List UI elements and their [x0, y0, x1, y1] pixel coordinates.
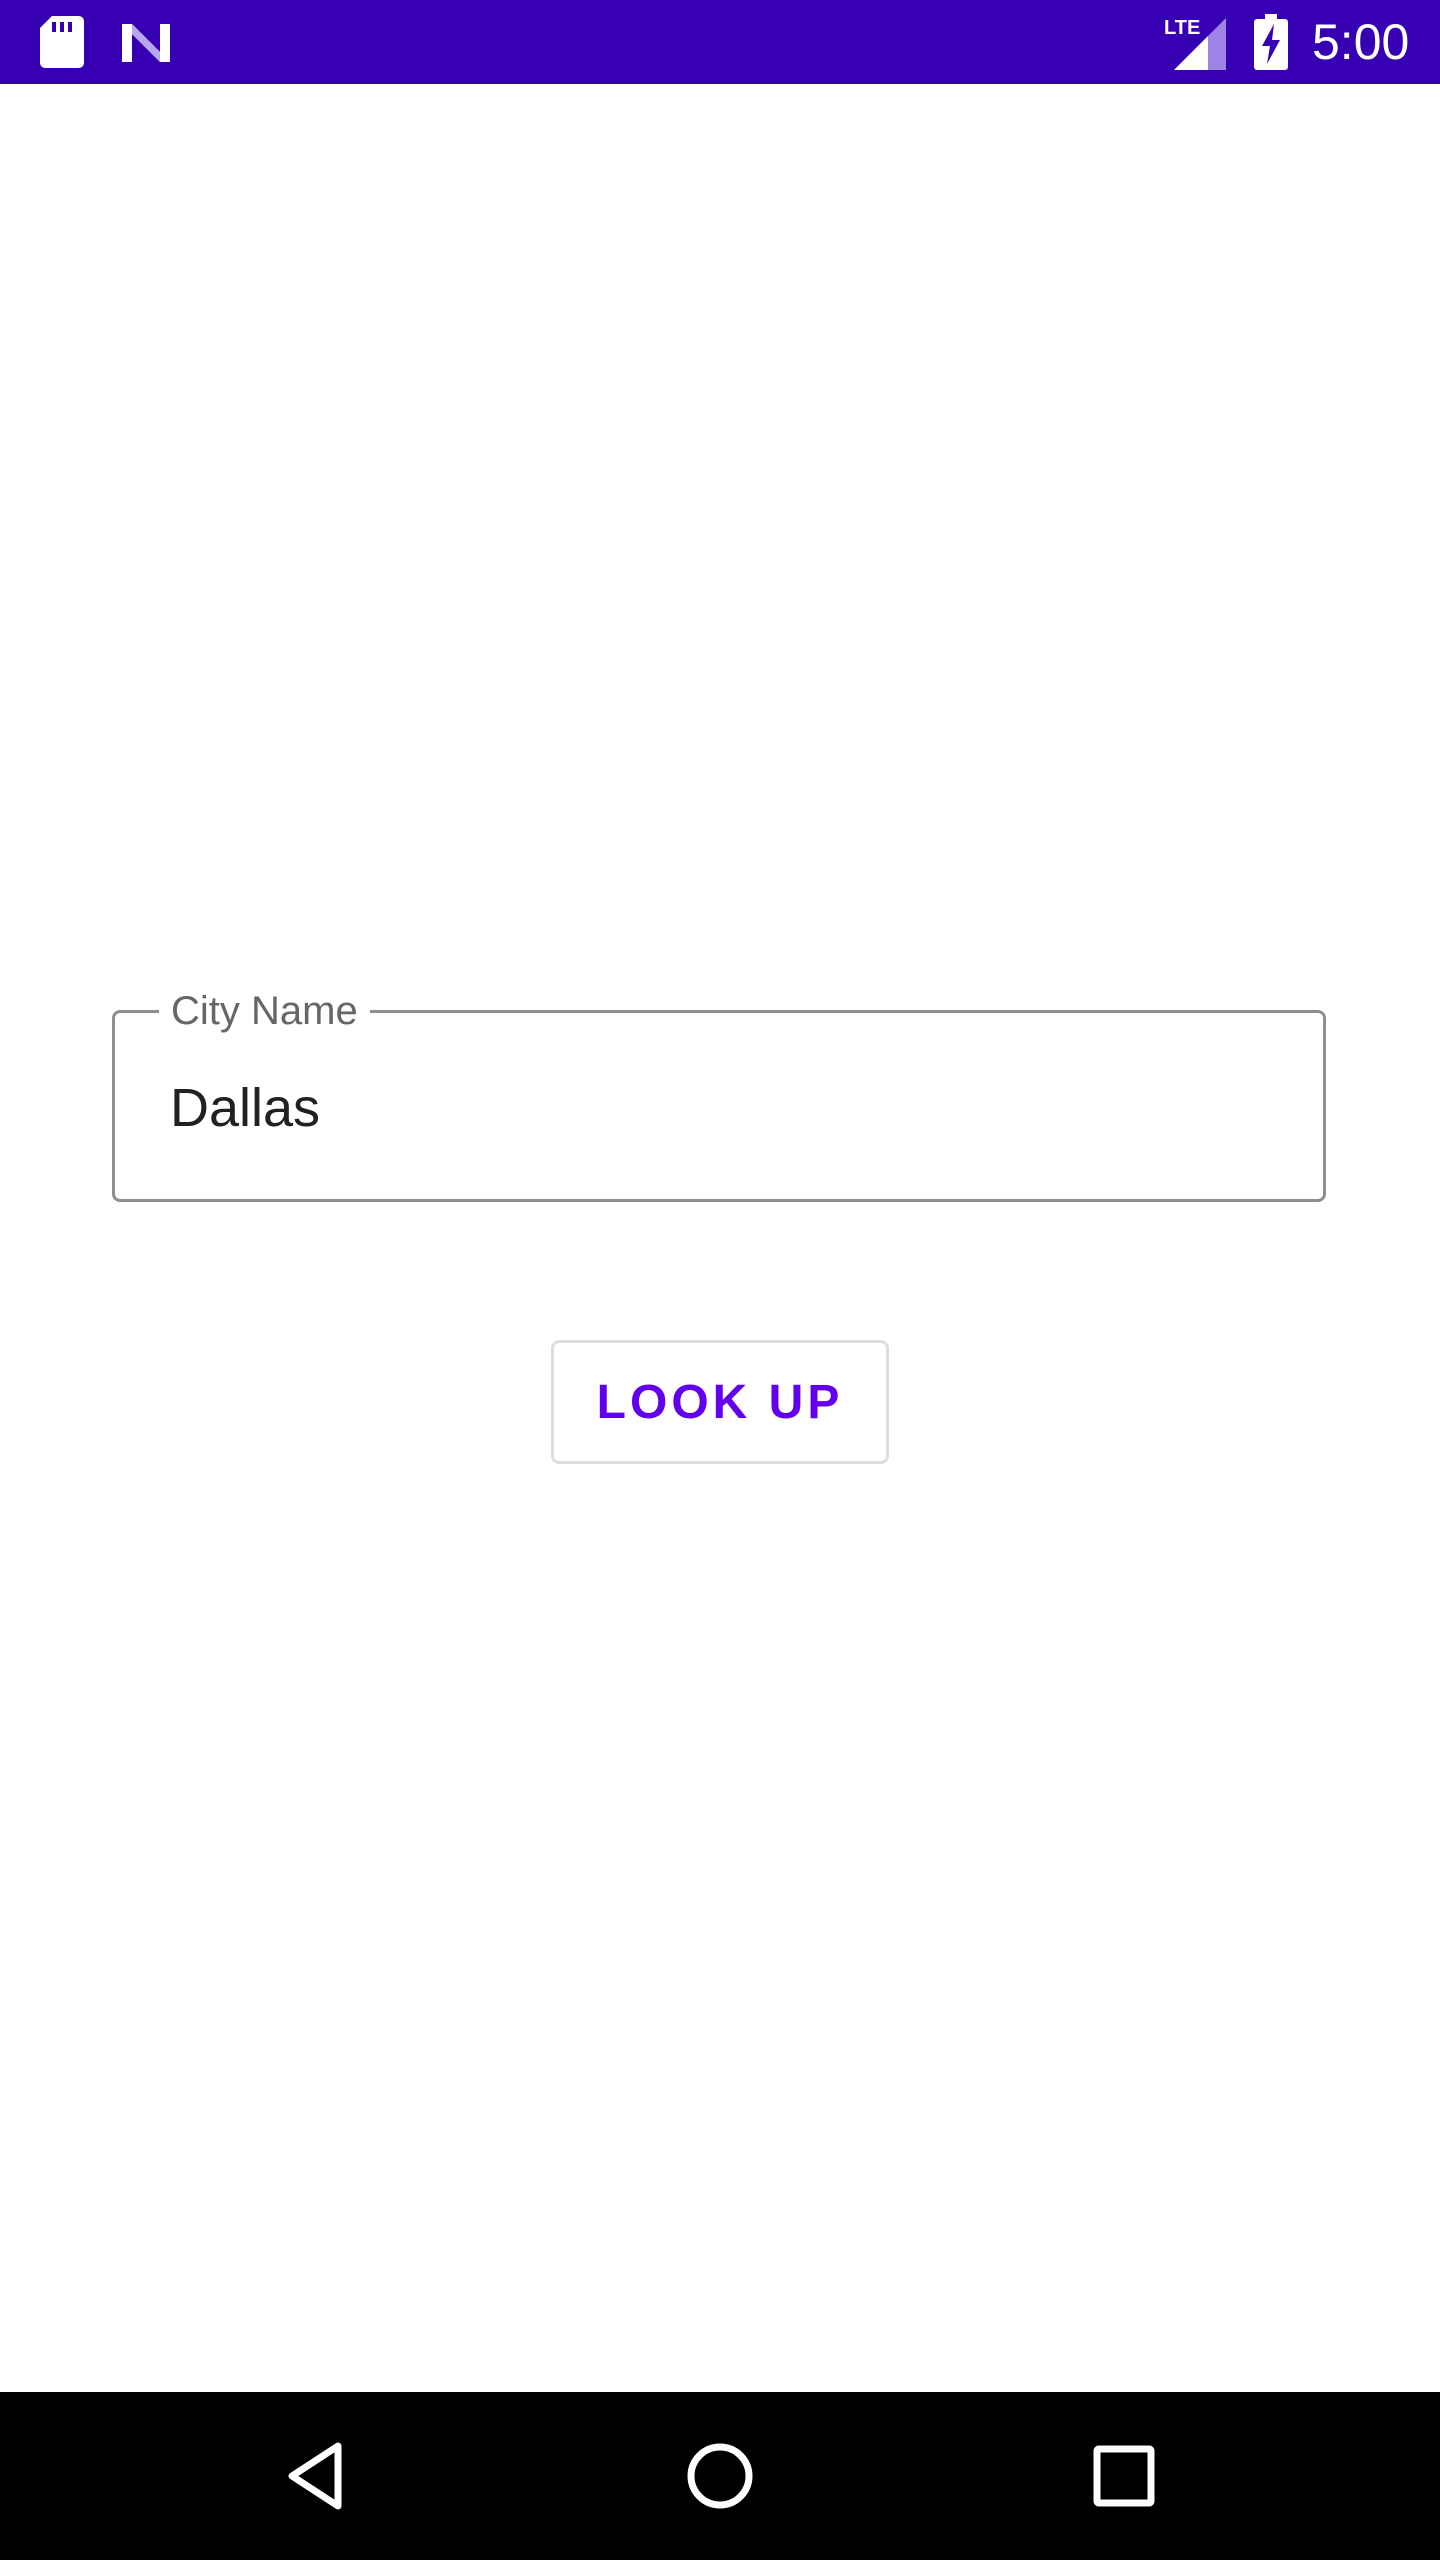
home-button[interactable]: [668, 2424, 772, 2528]
look-up-button[interactable]: LOOK UP: [551, 1340, 889, 1464]
city-name-input[interactable]: [170, 1075, 1270, 1141]
n-logo-icon: [122, 24, 170, 62]
status-bar: LTE 5:00: [0, 0, 1440, 84]
app-screen: LTE 5:00 City Name LOOK UP: [0, 0, 1440, 2560]
navigation-bar: [0, 2392, 1440, 2560]
city-name-label: City Name: [159, 987, 370, 1035]
back-button[interactable]: [264, 2424, 368, 2528]
status-clock: 5:00: [1312, 14, 1410, 70]
sd-card-icon: [40, 16, 84, 68]
recents-icon: [1093, 2445, 1155, 2507]
battery-charging-icon: [1254, 14, 1288, 70]
back-icon: [288, 2442, 342, 2510]
home-icon: [687, 2443, 753, 2509]
network-label: LTE: [1164, 17, 1200, 39]
lte-signal-icon: LTE: [1164, 17, 1226, 70]
recents-button[interactable]: [1072, 2424, 1176, 2528]
city-name-field[interactable]: City Name: [112, 987, 1326, 1202]
